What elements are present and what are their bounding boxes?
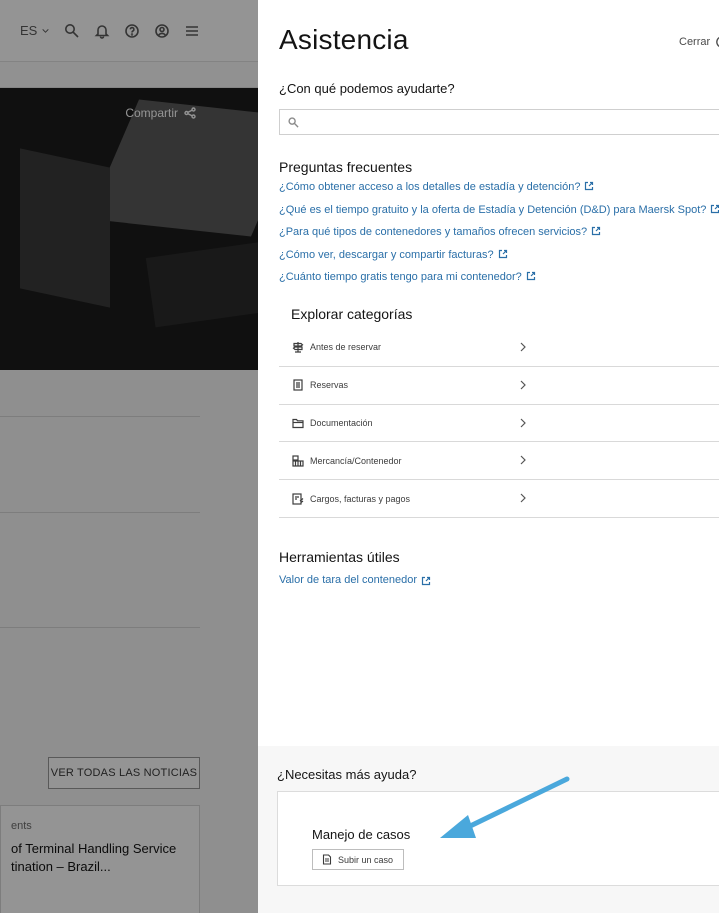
faq-link[interactable]: ¿Qué es el tiempo gratuito y la oferta d… xyxy=(279,201,719,224)
category-list: Antes de reservar Reservas Documentación… xyxy=(279,329,719,518)
close-label: Cerrar xyxy=(679,36,711,48)
category-label: Documentación xyxy=(310,417,373,428)
chevron-right-icon xyxy=(520,342,526,352)
container-icon xyxy=(292,455,304,467)
chevron-right-icon xyxy=(520,493,526,503)
faq-heading: Preguntas frecuentes xyxy=(279,159,413,175)
more-help-section: ¿Necesitas más ayuda? Manejo de casos Su… xyxy=(258,746,719,913)
container-tare-weight-link[interactable]: Valor de tara del contenedor xyxy=(279,574,431,586)
category-label: Cargos, facturas y pagos xyxy=(310,493,411,504)
case-management-title: Manejo de casos xyxy=(312,827,411,842)
external-link-icon xyxy=(526,271,535,281)
faq-link[interactable]: ¿Cómo ver, descargar y compartir factura… xyxy=(279,246,719,269)
category-item-bookings[interactable]: Reservas xyxy=(279,367,719,405)
category-label: Reservas xyxy=(310,380,349,391)
help-search-input[interactable] xyxy=(305,115,705,129)
invoice-icon xyxy=(292,492,304,505)
modal-overlay[interactable] xyxy=(0,0,258,913)
external-link-icon xyxy=(711,204,719,213)
tools-heading: Herramientas útiles xyxy=(279,549,400,565)
search-icon xyxy=(288,116,299,128)
external-link-icon xyxy=(592,226,601,236)
signpost-icon xyxy=(292,342,304,353)
external-link-icon xyxy=(498,249,507,258)
faq-link[interactable]: ¿Cuánto tiempo gratis tengo para mi cont… xyxy=(279,268,719,291)
panel-title: Asistencia xyxy=(279,24,409,55)
chevron-right-icon xyxy=(520,380,526,390)
faq-link[interactable]: ¿Para qué tipos de contenedores y tamaño… xyxy=(279,223,719,246)
faq-link[interactable]: ¿Cómo obtener acceso a los detalles de e… xyxy=(279,178,719,201)
folder-icon xyxy=(292,418,304,429)
external-link-icon xyxy=(421,576,431,586)
search-label: ¿Con qué podemos ayudarte? xyxy=(279,81,455,96)
document-icon xyxy=(293,379,303,391)
close-button[interactable]: Cerrar xyxy=(679,36,719,48)
category-item-cargo-container[interactable]: Mercancía/Contenedor xyxy=(279,442,719,481)
faq-list: ¿Cómo obtener acceso a los detalles de e… xyxy=(279,178,719,291)
submit-case-button[interactable]: Subir un caso xyxy=(312,849,405,870)
category-label: Mercancía/Contenedor xyxy=(310,455,402,466)
category-item-charges-invoices-payments[interactable]: Cargos, facturas y pagos xyxy=(279,480,719,518)
external-link-icon xyxy=(585,181,594,191)
help-search-box[interactable] xyxy=(279,109,719,135)
category-label: Antes de reservar xyxy=(310,342,382,353)
help-panel: Asistencia Cerrar ¿Con qué podemos ayuda… xyxy=(258,0,719,913)
chevron-right-icon xyxy=(520,418,526,428)
case-management-card: Manejo de casos Subir un caso xyxy=(277,791,719,886)
categories-heading: Explorar categorías xyxy=(291,306,413,322)
document-icon xyxy=(322,854,332,865)
chevron-right-icon xyxy=(520,455,526,465)
category-item-before-booking[interactable]: Antes de reservar xyxy=(279,329,719,367)
more-help-heading: ¿Necesitas más ayuda? xyxy=(277,767,417,782)
category-item-documentation[interactable]: Documentación xyxy=(279,405,719,443)
